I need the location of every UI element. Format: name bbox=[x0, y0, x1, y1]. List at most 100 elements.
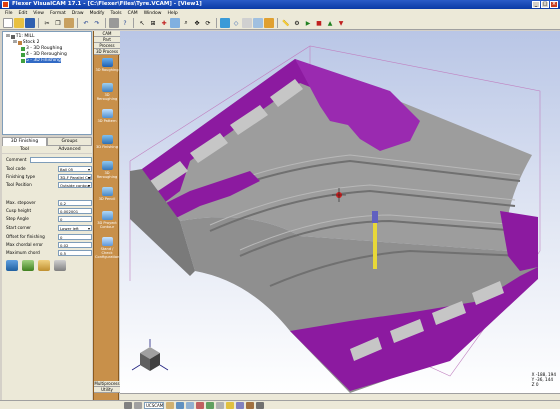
wireframe-icon[interactable]: ◇ bbox=[231, 18, 241, 28]
prop-row: Start corner Lower left bbox=[6, 224, 92, 231]
wizard-3d-process-tab[interactable]: 3D Process bbox=[94, 49, 120, 55]
wizard-3d-pencil[interactable]: 3D Pencil bbox=[95, 187, 119, 201]
menu-cam[interactable]: CAM bbox=[125, 11, 141, 16]
tool-code-select[interactable]: Ball 05 bbox=[58, 165, 92, 172]
generate-toolpath-button[interactable] bbox=[6, 260, 18, 271]
tree-op-roughing[interactable]: 3 - 3D Roughing bbox=[21, 46, 62, 51]
cut-icon[interactable]: ✂ bbox=[42, 18, 52, 28]
wizard-utility-tab[interactable]: Utility bbox=[94, 387, 120, 393]
window-title: Flexer VisualCAM 17.1 - [C:\Flexer\Files… bbox=[12, 1, 202, 7]
pan-icon[interactable]: ✥ bbox=[192, 18, 202, 28]
3d-project-contour-icon bbox=[101, 211, 113, 220]
save-icon[interactable] bbox=[25, 18, 35, 28]
finishing-type-select[interactable]: 3D-F Parallel Cut bbox=[58, 173, 92, 180]
paste-icon[interactable] bbox=[64, 18, 74, 28]
material-icon[interactable] bbox=[264, 18, 274, 28]
comment-field[interactable] bbox=[30, 156, 92, 163]
menu-format[interactable]: Format bbox=[47, 11, 69, 16]
ucs-icon[interactable] bbox=[166, 401, 174, 409]
reroughing-op-icon bbox=[21, 52, 25, 57]
tree-root[interactable]: ⊟ T1: MILL bbox=[6, 34, 35, 39]
menu-modify[interactable]: Modify bbox=[87, 11, 108, 16]
wizard-3d-reroughing-2[interactable]: 3D Reroughing bbox=[95, 161, 119, 179]
tab-groups[interactable]: Groups bbox=[47, 137, 92, 146]
layer-icon[interactable] bbox=[170, 18, 180, 28]
maximize-button[interactable]: □ bbox=[541, 1, 549, 8]
rotate-icon[interactable]: ⟳ bbox=[203, 18, 213, 28]
3d-viewport[interactable]: X -188, 194 Y -36, 144 Z 0 bbox=[120, 31, 560, 393]
wizard-3d-reroughing[interactable]: 3D Reroughing bbox=[95, 83, 119, 101]
view-iso-icon[interactable] bbox=[253, 18, 263, 28]
zoom-icon[interactable]: ⌕ bbox=[181, 18, 191, 28]
max-stepover-field[interactable]: 0.2 bbox=[58, 199, 92, 206]
bottom-toolbar: UCSCAM bbox=[0, 400, 560, 409]
lock-icon[interactable] bbox=[256, 401, 264, 409]
tree-op-finishing[interactable]: 5 - 3D Finishing bbox=[21, 58, 61, 63]
max-chordal-error-field[interactable]: 0.02 bbox=[58, 241, 92, 248]
menu-tools[interactable]: Tools bbox=[107, 11, 124, 16]
start-corner-select[interactable]: Lower left bbox=[58, 224, 92, 231]
grid-toggle-icon[interactable] bbox=[216, 401, 224, 409]
maximum-chord-field[interactable]: 0.5 bbox=[58, 249, 92, 256]
help-icon[interactable]: ? bbox=[120, 18, 130, 28]
minus-icon[interactable]: ⊟ bbox=[6, 34, 10, 39]
object-snap-icon[interactable] bbox=[196, 401, 204, 409]
grid-icon[interactable]: ⊞ bbox=[148, 18, 158, 28]
menu-file[interactable]: File bbox=[2, 11, 16, 16]
tool-position-label: Tool Position bbox=[6, 182, 32, 187]
step-angle-field[interactable]: 0 bbox=[58, 215, 92, 222]
redo-icon[interactable]: ↷ bbox=[92, 18, 102, 28]
new-file-icon[interactable] bbox=[3, 18, 13, 28]
menu-draw[interactable]: Draw bbox=[69, 11, 87, 16]
tool-position-select[interactable]: Outside contour bbox=[58, 181, 92, 188]
3d-roughing-icon bbox=[101, 58, 113, 67]
print-icon[interactable] bbox=[109, 18, 119, 28]
tab-3d-finishing[interactable]: 3D Finishing bbox=[2, 137, 47, 146]
open-folder-icon[interactable] bbox=[14, 18, 24, 28]
cusp-height-field[interactable]: 0.002001 bbox=[58, 207, 92, 214]
ortho-icon[interactable] bbox=[176, 401, 184, 409]
measure-icon[interactable]: 📏 bbox=[281, 18, 291, 28]
menu-edit[interactable]: Edit bbox=[16, 11, 31, 16]
ucs-select[interactable]: UCSCAM bbox=[144, 401, 164, 409]
stock-settings-button[interactable] bbox=[54, 260, 66, 271]
offset-finishing-field[interactable]: 0 bbox=[58, 233, 92, 240]
layer-state-icon[interactable] bbox=[206, 401, 214, 409]
simulate-button[interactable] bbox=[22, 260, 34, 271]
snap-icon[interactable]: ✚ bbox=[159, 18, 169, 28]
display-icon[interactable] bbox=[226, 401, 234, 409]
finishing-type-label: Finishing type bbox=[6, 174, 36, 179]
snap-point-icon[interactable] bbox=[124, 401, 132, 409]
settings-icon[interactable]: ⚙ bbox=[292, 18, 302, 28]
wizard-3d-pattern[interactable]: 3D Pattern bbox=[95, 109, 119, 123]
minus-icon[interactable]: ⊟ bbox=[13, 40, 17, 45]
menu-view[interactable]: View bbox=[30, 11, 47, 16]
minimize-button[interactable]: _ bbox=[532, 1, 540, 8]
tree-op-reroughing[interactable]: 4 - 3D Reroughing bbox=[21, 52, 67, 57]
polar-icon[interactable] bbox=[186, 401, 194, 409]
tab-advanced[interactable]: Advanced bbox=[47, 146, 92, 153]
stop-icon[interactable]: ■ bbox=[314, 18, 324, 28]
cplane-icon[interactable] bbox=[236, 401, 244, 409]
select-icon[interactable]: ↖ bbox=[137, 18, 147, 28]
snap-end-icon[interactable] bbox=[134, 401, 142, 409]
tree-stock[interactable]: ⊟ Stock 2 bbox=[13, 40, 40, 45]
menu-window[interactable]: Window bbox=[141, 11, 165, 16]
simulate-icon[interactable]: ▶ bbox=[303, 18, 313, 28]
arrow-up-icon[interactable]: ▲ bbox=[325, 18, 335, 28]
shade-icon[interactable] bbox=[220, 18, 230, 28]
wizard-3d-project-contour[interactable]: 3D Proyect Contour bbox=[95, 211, 119, 229]
view-top-icon[interactable] bbox=[242, 18, 252, 28]
wizard-3d-finishing[interactable]: 3D Finishing bbox=[95, 135, 119, 149]
filter-icon[interactable] bbox=[246, 401, 254, 409]
close-button[interactable]: × bbox=[550, 1, 558, 8]
copy-icon[interactable]: ❐ bbox=[53, 18, 63, 28]
post-process-button[interactable] bbox=[38, 260, 50, 271]
tab-tool[interactable]: Tool bbox=[2, 146, 47, 153]
ucs-cube-icon[interactable] bbox=[131, 339, 169, 371]
menu-help[interactable]: Help bbox=[164, 11, 180, 16]
undo-icon[interactable]: ↶ bbox=[81, 18, 91, 28]
wizard-3d-roughing[interactable]: 3D Roughing bbox=[95, 58, 119, 72]
arrow-down-icon[interactable]: ▼ bbox=[336, 18, 346, 28]
wizard-stand-check[interactable]: Stand / Check Configuration bbox=[95, 237, 119, 259]
